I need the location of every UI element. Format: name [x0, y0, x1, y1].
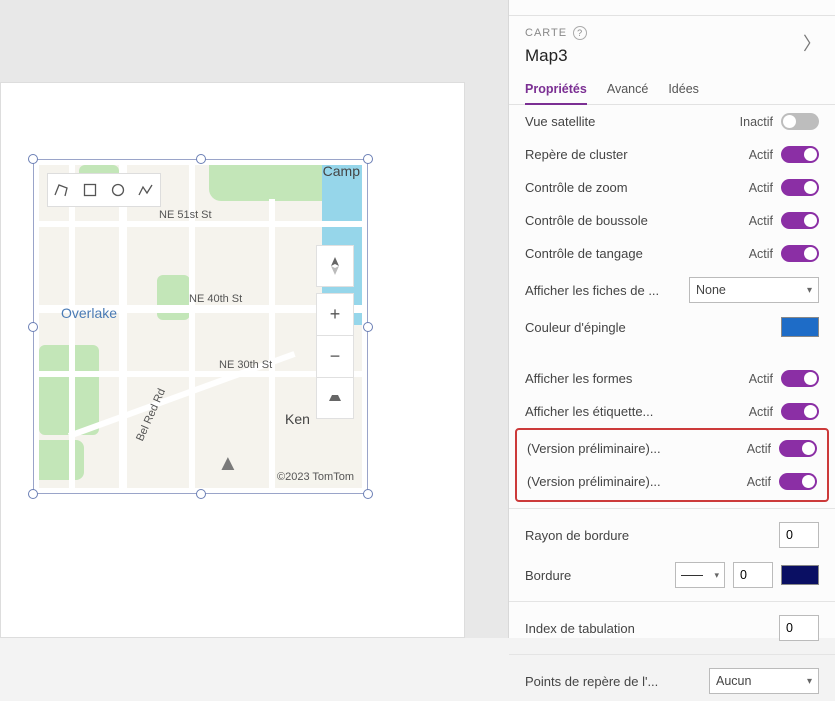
pitch-toggle[interactable]: [781, 245, 819, 262]
pincolor-swatch[interactable]: [781, 317, 819, 337]
toggle-status: Actif: [747, 475, 771, 489]
border-radius-input[interactable]: [779, 522, 819, 548]
prop-label: Couleur d'épingle: [525, 320, 781, 335]
resize-handle[interactable]: [363, 154, 373, 164]
collapse-panel-button[interactable]: 〉: [803, 30, 821, 56]
chevron-down-icon: ▾: [807, 676, 812, 687]
border-color-swatch[interactable]: [781, 565, 819, 585]
prop-label: Vue satellite: [525, 114, 740, 129]
map-compass-button[interactable]: [316, 245, 354, 287]
labels-toggle[interactable]: [781, 403, 819, 420]
toggle-status: Inactif: [740, 115, 773, 129]
waypoints-select[interactable]: Aucun▾: [709, 668, 819, 694]
map-zoom-in-button[interactable]: +: [316, 293, 354, 335]
draw-polygon-tool[interactable]: [48, 174, 76, 206]
prop-label: Afficher les fiches de ...: [525, 283, 689, 298]
resize-handle[interactable]: [28, 489, 38, 499]
properties-panel: CARTE ? 〉 Map3 Propriétés Avancé Idées V…: [508, 0, 835, 638]
resize-handle[interactable]: [363, 489, 373, 499]
map-pitch-button[interactable]: [316, 377, 354, 419]
compass-toggle[interactable]: [781, 212, 819, 229]
control-name[interactable]: Map3: [525, 46, 819, 66]
prop-label: Contrôle de zoom: [525, 180, 749, 195]
toggle-status: Actif: [749, 372, 773, 386]
resize-handle[interactable]: [28, 154, 38, 164]
border-style-select[interactable]: ▾: [675, 562, 725, 588]
resize-handle[interactable]: [28, 322, 38, 332]
toggle-status: Actif: [749, 247, 773, 261]
resize-handle[interactable]: [196, 154, 206, 164]
cluster-toggle[interactable]: [781, 146, 819, 163]
preview1-toggle[interactable]: [779, 440, 817, 457]
resize-handle[interactable]: [363, 322, 373, 332]
toggle-status: Actif: [749, 148, 773, 162]
tab-ideas[interactable]: Idées: [668, 82, 699, 104]
map-background: NE 51st St NE 40th St NE 30th St Bel Red…: [39, 165, 362, 488]
place-label: Overlake: [61, 305, 117, 321]
draw-rectangle-tool[interactable]: [76, 174, 104, 206]
help-icon[interactable]: ?: [573, 26, 587, 40]
toggle-status: Actif: [747, 442, 771, 456]
prop-label: Points de repère de l'...: [525, 674, 709, 689]
map-nav-controls: + −: [316, 245, 354, 425]
toggle-status: Actif: [749, 405, 773, 419]
resize-handle[interactable]: [196, 489, 206, 499]
prop-label: Bordure: [525, 568, 675, 583]
toggle-status: Actif: [749, 214, 773, 228]
street-label: NE 51st St: [159, 209, 212, 221]
zoom-toggle[interactable]: [781, 179, 819, 196]
map-zoom-out-button[interactable]: −: [316, 335, 354, 377]
street-label: NE 40th St: [189, 293, 242, 305]
chevron-down-icon: ▾: [807, 285, 812, 296]
border-width-input[interactable]: [733, 562, 773, 588]
chevron-down-icon: ▾: [714, 570, 719, 581]
prop-label: Index de tabulation: [525, 621, 779, 636]
toggle-status: Actif: [749, 181, 773, 195]
place-label: Ken: [285, 411, 310, 427]
satellite-toggle[interactable]: [781, 113, 819, 130]
street-label: Bel Red Rd: [134, 387, 168, 443]
place-label: Camp: [323, 165, 360, 179]
map-attribution: ©2023 TomTom: [275, 470, 356, 484]
preview2-toggle[interactable]: [779, 473, 817, 490]
prop-label: Rayon de bordure: [525, 528, 779, 543]
tab-properties[interactable]: Propriétés: [525, 82, 587, 105]
control-type-label: CARTE: [525, 27, 567, 39]
prop-label: Repère de cluster: [525, 147, 749, 162]
map-draw-toolbar: [47, 173, 161, 207]
prop-label: (Version préliminaire)...: [527, 474, 747, 489]
prop-label: Afficher les étiquette...: [525, 404, 749, 419]
panel-tabs: Propriétés Avancé Idées: [509, 66, 835, 105]
map-control-selection[interactable]: NE 51st St NE 40th St NE 30th St Bel Red…: [33, 159, 368, 494]
tab-advanced[interactable]: Avancé: [607, 82, 648, 104]
highlighted-preview-rows: (Version préliminaire)... Actif (Version…: [515, 428, 829, 502]
prop-label: (Version préliminaire)...: [527, 441, 747, 456]
tabindex-input[interactable]: [779, 615, 819, 641]
street-label: NE 30th St: [219, 359, 272, 371]
canvas-area: NE 51st St NE 40th St NE 30th St Bel Red…: [0, 0, 508, 638]
properties-list: Vue satellite Inactif Repère de cluster …: [509, 105, 835, 701]
infocards-select[interactable]: None▾: [689, 277, 819, 303]
draw-circle-tool[interactable]: [104, 174, 132, 206]
map-visual[interactable]: NE 51st St NE 40th St NE 30th St Bel Red…: [39, 165, 362, 488]
prop-label: Afficher les formes: [525, 371, 749, 386]
shapes-toggle[interactable]: [781, 370, 819, 387]
prop-label: Contrôle de boussole: [525, 213, 749, 228]
draw-line-tool[interactable]: [132, 174, 160, 206]
prop-label: Contrôle de tangage: [525, 246, 749, 261]
